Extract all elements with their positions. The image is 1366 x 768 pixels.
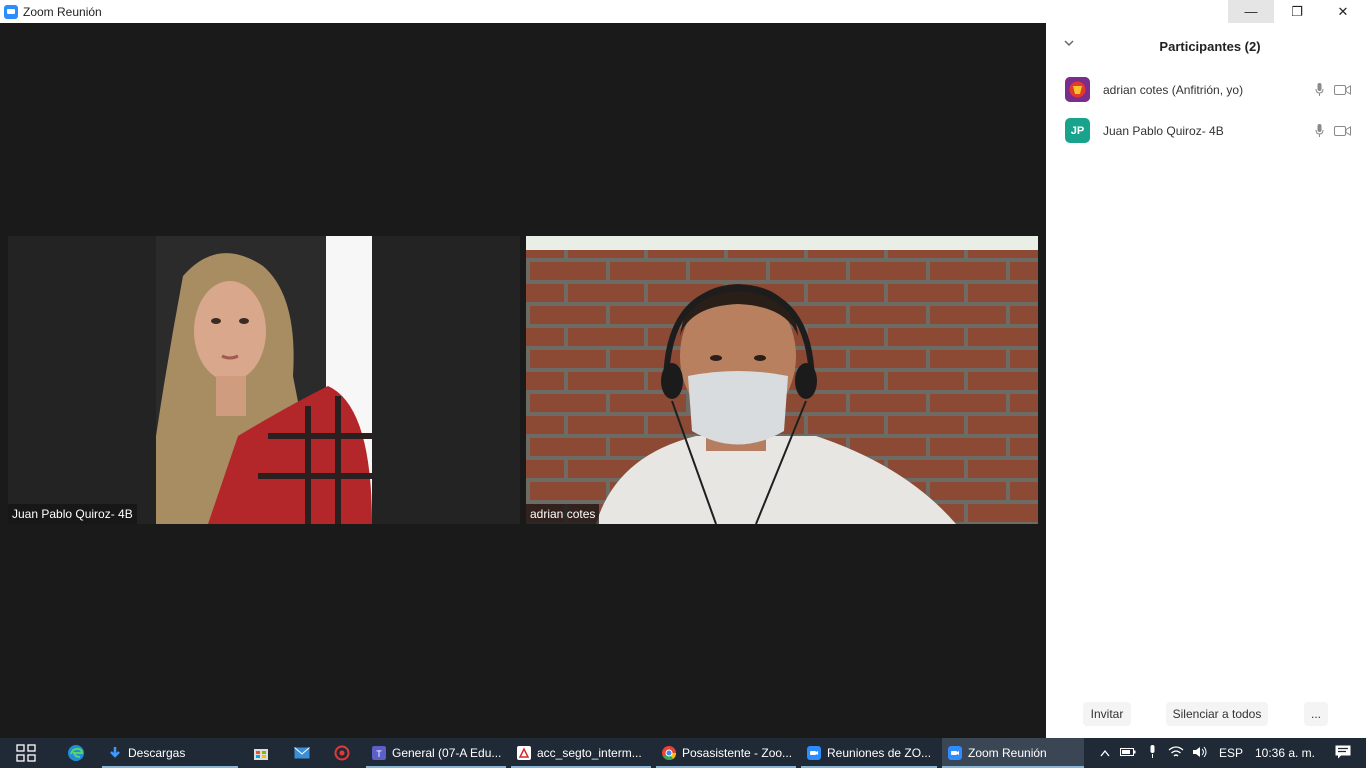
video-stage: Juan Pablo Quiroz- 4B adrian cotes xyxy=(0,23,1046,738)
panel-title: Participantes (2) xyxy=(1159,38,1261,54)
participant-name: adrian cotes (Anfitrión, yo) xyxy=(1103,82,1244,97)
taskbar-app-label: Posasistente - Zoo... xyxy=(682,746,793,760)
svg-text:T: T xyxy=(376,749,382,759)
taskbar-app-chrome[interactable]: Posasistente - Zoo... xyxy=(656,738,796,768)
video-camera-icon[interactable] xyxy=(1334,84,1351,95)
participant-video-man xyxy=(526,236,1038,524)
microphone-icon[interactable] xyxy=(1140,744,1164,762)
zoom-icon xyxy=(948,746,962,760)
video-tile-juan-pablo[interactable]: Juan Pablo Quiroz- 4B xyxy=(8,236,520,524)
more-options-button[interactable]: ... xyxy=(1304,702,1328,726)
gear-red-icon[interactable] xyxy=(322,738,362,768)
participant-avatar xyxy=(1065,77,1090,102)
task-view-icon[interactable] xyxy=(6,738,46,768)
mail-icon[interactable] xyxy=(282,738,322,768)
microphone-icon[interactable] xyxy=(1315,123,1324,138)
edge-icon[interactable] xyxy=(56,738,96,768)
notifications-icon[interactable] xyxy=(1320,745,1366,762)
chevron-up-icon[interactable] xyxy=(1094,746,1116,760)
chrome-icon xyxy=(662,746,676,760)
wifi-icon[interactable] xyxy=(1164,745,1188,761)
zoom-icon xyxy=(807,746,821,760)
download-icon xyxy=(110,747,120,758)
taskbar-app-zoom-meeting[interactable]: Zoom Reunión xyxy=(942,738,1084,768)
chevron-down-icon[interactable] xyxy=(1064,37,1074,51)
invite-button[interactable]: Invitar xyxy=(1083,702,1131,726)
panel-footer: Invitar Silenciar a todos ... xyxy=(1046,702,1366,726)
video-tile-adrian[interactable]: adrian cotes xyxy=(526,236,1038,524)
minimize-button[interactable]: — xyxy=(1228,0,1274,23)
participant-avatar: JP xyxy=(1065,118,1090,143)
restore-button[interactable]: ❐ xyxy=(1274,0,1320,23)
taskbar-app-label: General (07-A Edu... xyxy=(392,746,502,760)
zoom-app-icon xyxy=(4,4,18,19)
window-controls: — ❐ ✕ xyxy=(1228,0,1366,23)
microphone-icon[interactable] xyxy=(1315,82,1324,97)
teams-icon: T xyxy=(372,746,386,760)
clock[interactable]: 10:36 a. m. xyxy=(1250,746,1320,760)
taskbar-app-label: acc_segto_interm... xyxy=(537,746,642,760)
taskbar-app-downloads[interactable]: Descargas xyxy=(102,738,238,768)
participant-name: Juan Pablo Quiroz- 4B xyxy=(1103,123,1224,138)
taskbar: Descargas T General (07-A Edu... acc_seg… xyxy=(0,738,1366,768)
video-camera-icon[interactable] xyxy=(1334,125,1351,136)
participant-row[interactable]: JP Juan Pablo Quiroz- 4B xyxy=(1046,110,1366,151)
panel-header: Participantes (2) xyxy=(1046,23,1366,69)
taskbar-app-label: Zoom Reunión xyxy=(968,746,1047,760)
taskbar-app-zoom-meetings[interactable]: Reuniones de ZO... xyxy=(801,738,937,768)
volume-icon[interactable] xyxy=(1188,746,1212,761)
taskbar-app-label: Descargas xyxy=(128,746,186,760)
pdf-icon xyxy=(517,746,531,760)
mute-all-button[interactable]: Silenciar a todos xyxy=(1166,702,1268,726)
battery-icon[interactable] xyxy=(1116,746,1140,760)
taskbar-app-teams[interactable]: T General (07-A Edu... xyxy=(366,738,506,768)
participant-video-woman xyxy=(156,236,372,524)
video-name-tag: adrian cotes xyxy=(526,504,600,524)
participants-panel: Participantes (2) adrian cotes (Anfitrió… xyxy=(1046,23,1366,738)
language-indicator[interactable]: ESP xyxy=(1212,746,1250,760)
taskbar-app-pdf[interactable]: acc_segto_interm... xyxy=(511,738,651,768)
title-bar: Zoom Reunión — ❐ ✕ xyxy=(0,0,1366,23)
close-button[interactable]: ✕ xyxy=(1320,0,1366,23)
window-title: Zoom Reunión xyxy=(23,4,102,19)
system-tray: ESP 10:36 a. m. xyxy=(1094,738,1366,768)
participant-row[interactable]: adrian cotes (Anfitrión, yo) xyxy=(1046,69,1366,110)
video-name-tag: Juan Pablo Quiroz- 4B xyxy=(8,504,137,524)
store-icon[interactable] xyxy=(241,738,281,768)
taskbar-app-label: Reuniones de ZO... xyxy=(827,746,932,760)
